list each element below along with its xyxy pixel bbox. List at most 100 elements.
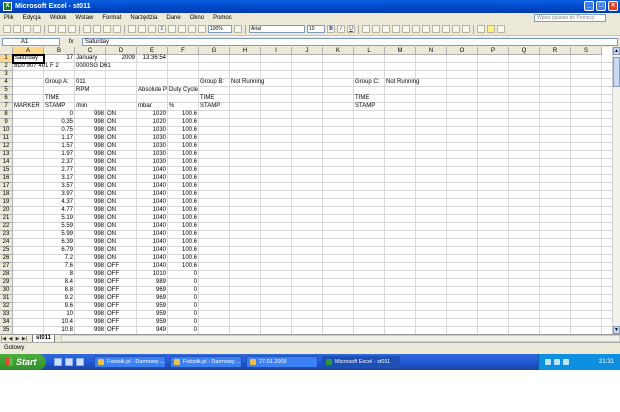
cell-time-stamp[interactable]: 8.8 — [45, 287, 74, 294]
cell-rpm[interactable]: 998 — [76, 311, 105, 318]
cell-duty[interactable]: 100.6 — [169, 239, 198, 246]
cell-duty[interactable]: 100.6 — [169, 263, 198, 270]
cell-duty[interactable]: 100.6 — [169, 191, 198, 198]
cell-time-stamp[interactable]: 5.99 — [45, 231, 74, 238]
cell-time-stamp[interactable]: 7.2 — [45, 255, 74, 262]
scroll-up-icon[interactable]: ▲ — [613, 47, 620, 55]
cell-duty[interactable]: 100.6 — [169, 151, 198, 158]
minimize-button[interactable]: _ — [584, 1, 594, 11]
cell-state[interactable]: ON — [107, 119, 136, 126]
security-icon[interactable] — [563, 359, 569, 365]
cell-state[interactable]: OFF — [107, 327, 136, 334]
first-sheet-icon[interactable]: |◀ — [0, 336, 7, 342]
zoom-select[interactable]: 100% — [208, 25, 232, 33]
network-icon[interactable] — [545, 359, 551, 365]
cell-mbar[interactable]: 1040 — [138, 231, 167, 238]
cell-duty[interactable]: 0 — [169, 279, 198, 286]
font-select[interactable]: Arial — [249, 25, 305, 33]
cell-state[interactable]: ON — [107, 159, 136, 166]
prev-sheet-icon[interactable]: ◀ — [7, 336, 14, 342]
cell-duty[interactable]: 100.6 — [169, 215, 198, 222]
menu-item[interactable]: Dane — [166, 15, 180, 21]
function-icon[interactable]: fx — [60, 39, 82, 45]
cell-state[interactable]: OFF — [107, 303, 136, 310]
column-header[interactable]: M — [385, 47, 416, 55]
cell-time-stamp[interactable]: 2.37 — [45, 159, 74, 166]
cell-l7[interactable]: STAMP — [355, 103, 384, 110]
save-icon[interactable] — [23, 25, 31, 33]
column-header[interactable]: C — [75, 47, 106, 55]
cell-g4[interactable]: Group B: — [200, 79, 229, 86]
chart-wizard-icon[interactable] — [188, 25, 196, 33]
cell-mbar[interactable]: 989 — [138, 279, 167, 286]
column-header[interactable]: R — [540, 47, 571, 55]
fill-color-icon[interactable] — [487, 25, 495, 33]
cell-mbar[interactable]: 1040 — [138, 183, 167, 190]
cell-mbar[interactable]: 1030 — [138, 127, 167, 134]
menu-item[interactable]: Okno — [190, 15, 204, 21]
cell-duty[interactable]: 0 — [169, 287, 198, 294]
decrease-decimal-icon[interactable] — [442, 25, 450, 33]
cell-time-stamp[interactable]: 6.39 — [45, 239, 74, 246]
print-preview-icon[interactable] — [58, 25, 66, 33]
cell-state[interactable]: OFF — [107, 263, 136, 270]
vertical-scrollbar[interactable]: ▲ ▼ — [612, 47, 620, 334]
cell-rpm[interactable]: 998 — [76, 271, 105, 278]
email-icon[interactable] — [33, 25, 41, 33]
cell-duty[interactable]: 100.6 — [169, 143, 198, 150]
cell-state[interactable]: ON — [107, 215, 136, 222]
maximize-button[interactable]: □ — [596, 1, 606, 11]
open-icon[interactable] — [13, 25, 21, 33]
menu-item[interactable]: Pomoc — [213, 15, 232, 21]
cell-state[interactable]: ON — [107, 135, 136, 142]
cell-time-stamp[interactable]: 4.37 — [45, 199, 74, 206]
row-header[interactable]: 29 — [0, 279, 13, 287]
volume-icon[interactable] — [554, 359, 560, 365]
last-sheet-icon[interactable]: ▶| — [21, 336, 28, 342]
cell-rpm[interactable]: 998 — [76, 215, 105, 222]
cell-b1[interactable]: 17 — [45, 55, 74, 62]
row-header[interactable]: 2 — [0, 63, 13, 71]
cell-state[interactable]: ON — [107, 127, 136, 134]
row-header[interactable]: 32 — [0, 303, 13, 311]
drawing-icon[interactable] — [198, 25, 206, 33]
cell-state[interactable]: ON — [107, 199, 136, 206]
cell-state[interactable]: OFF — [107, 279, 136, 286]
column-header[interactable]: B — [44, 47, 75, 55]
row-header[interactable]: 6 — [0, 95, 13, 103]
scroll-thumb[interactable] — [613, 57, 620, 87]
cell-a7[interactable]: MARKER — [14, 103, 43, 110]
cell-state[interactable]: ON — [107, 167, 136, 174]
cell-time-stamp[interactable]: 1.57 — [45, 143, 74, 150]
cell-state[interactable]: ON — [107, 255, 136, 262]
row-header[interactable]: 9 — [0, 119, 13, 127]
cell-rpm[interactable]: 998 — [76, 111, 105, 118]
column-header[interactable]: L — [354, 47, 385, 55]
sort-descending-icon[interactable] — [178, 25, 186, 33]
cell-time-stamp[interactable]: 9.2 — [45, 295, 74, 302]
align-right-icon[interactable] — [382, 25, 390, 33]
cut-icon[interactable] — [83, 25, 91, 33]
cell-state[interactable]: ON — [107, 223, 136, 230]
column-header[interactable]: K — [323, 47, 354, 55]
cell-duty[interactable]: 100.6 — [169, 247, 198, 254]
row-header[interactable]: 15 — [0, 167, 13, 175]
cell-c2[interactable]: 0000SG D61 — [76, 63, 111, 70]
cell-mbar[interactable]: 1040 — [138, 207, 167, 214]
taskbar-item[interactable]: Fotosik.pl - Darmowy ... — [94, 356, 166, 368]
row-header[interactable]: 24 — [0, 239, 13, 247]
cell-rpm[interactable]: 998 — [76, 199, 105, 206]
cell-l4[interactable]: Group C: — [355, 79, 384, 86]
cell-mbar[interactable]: 959 — [138, 311, 167, 318]
cell-time-stamp[interactable]: 7.6 — [45, 263, 74, 270]
decrease-indent-icon[interactable] — [452, 25, 460, 33]
row-header[interactable]: 34 — [0, 319, 13, 327]
cell-state[interactable]: ON — [107, 231, 136, 238]
cell-time-stamp[interactable]: 3.17 — [45, 175, 74, 182]
cell-d1[interactable]: 2009 — [107, 55, 136, 62]
cell-time-stamp[interactable]: 10 — [45, 311, 74, 318]
cell-state[interactable]: ON — [107, 239, 136, 246]
cell-duty[interactable]: 100.6 — [169, 111, 198, 118]
cell-state[interactable]: ON — [107, 175, 136, 182]
cell-rpm[interactable]: 998 — [76, 255, 105, 262]
